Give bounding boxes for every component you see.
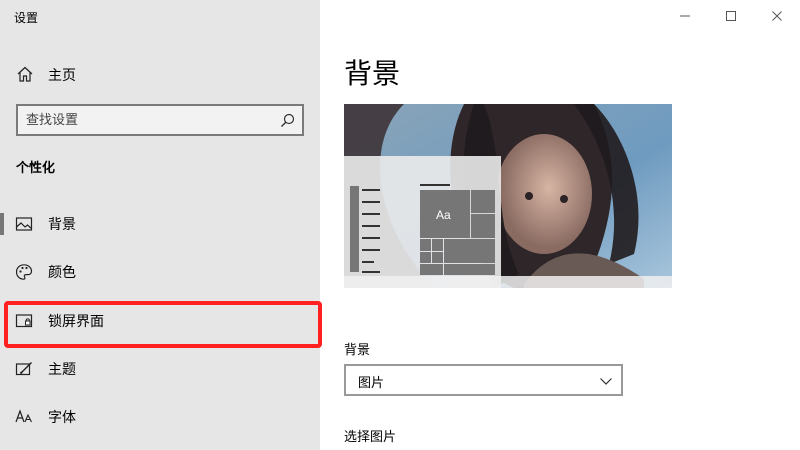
sidebar-item-themes[interactable]: 主题 [0,348,320,390]
sidebar-item-colors[interactable]: 颜色 [0,251,320,293]
background-label: 背景 [344,343,371,358]
preview-tile-text: Aa [436,208,451,222]
search-box[interactable] [16,104,304,136]
sidebar: 设置 主页 个性化 背景 颜色 [0,0,322,450]
app-title: 设置 [14,11,39,25]
maximize-icon [726,11,736,21]
section-heading: 个性化 [16,161,56,176]
close-button[interactable] [754,0,800,32]
choose-picture-heading: 选择图片 [344,430,397,445]
window-controls [662,0,800,32]
background-preview: Aa [344,104,672,288]
preview-start-tiles: Aa [416,156,501,288]
home-icon [17,66,33,82]
sidebar-item-label: 背景 [48,217,76,233]
search-icon[interactable] [280,113,295,128]
page-title: 背景 [344,57,401,90]
preview-list-lines [350,186,380,273]
close-icon [772,11,782,21]
palette-icon [15,264,33,280]
sidebar-item-label: 字体 [48,410,76,426]
lock-screen-icon [15,314,33,328]
image-icon [15,217,33,231]
sidebar-item-label: 颜色 [48,265,76,281]
background-select-value: 图片 [358,376,385,391]
sidebar-item-label: 主页 [48,68,76,84]
search-input[interactable] [26,110,276,130]
sidebar-item-label: 主题 [48,362,76,378]
sidebar-item-background[interactable]: 背景 [0,203,320,245]
minimize-button[interactable] [662,0,708,32]
minimize-icon [680,15,690,17]
preview-taskbar [344,276,672,288]
sidebar-item-home[interactable]: 主页 [0,56,320,92]
chevron-down-icon [600,378,612,385]
theme-icon [15,362,32,376]
sidebar-item-fonts[interactable]: 字体 [0,396,320,438]
maximize-button[interactable] [708,0,754,32]
font-icon [15,409,32,423]
sidebar-item-lock-screen[interactable]: 锁屏界面 [0,300,320,342]
sidebar-item-label: 锁屏界面 [48,314,104,330]
background-select[interactable]: 图片 [344,364,623,396]
